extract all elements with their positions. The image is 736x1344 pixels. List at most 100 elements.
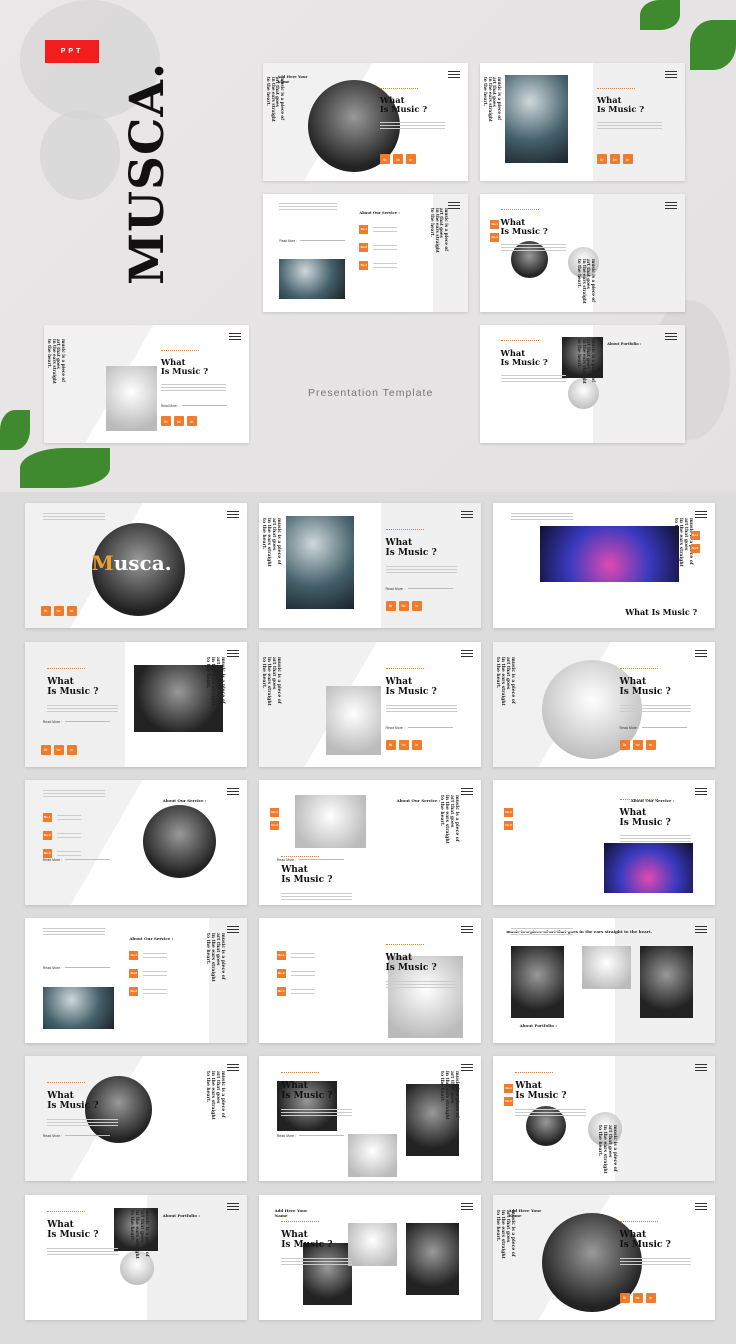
read-more-link[interactable]: Read More : xyxy=(43,720,111,724)
social-tw-button[interactable]: tw xyxy=(398,600,409,611)
read-more-link[interactable]: Read More : xyxy=(43,966,111,970)
social-in-button[interactable]: in xyxy=(186,416,197,427)
text-placeholder xyxy=(42,928,105,937)
tagline-dots xyxy=(515,1072,554,1074)
service-number: No.2 xyxy=(490,232,500,242)
slide-thumbnail[interactable]: What Is Music ?music is a piece of art t… xyxy=(259,780,481,905)
service-text xyxy=(290,952,315,958)
service-item: No.2 xyxy=(270,820,280,830)
slide-thumbnail[interactable]: What Is Music ?music is a piece of art t… xyxy=(493,1056,715,1181)
social-in-button[interactable]: in xyxy=(622,154,633,165)
menu-line xyxy=(448,205,460,206)
service-number: No.2 xyxy=(504,820,514,830)
slide-thumbnail[interactable]: What Is Music ?music is a piece of art t… xyxy=(259,1056,481,1181)
service-list: No.1 No.2 xyxy=(490,219,500,242)
social-in-button[interactable]: in xyxy=(645,1292,656,1303)
text-placeholder xyxy=(385,565,457,575)
social-tw-button[interactable]: tw xyxy=(632,1292,643,1303)
text-line xyxy=(281,898,353,900)
social-fb-button[interactable]: fb xyxy=(385,600,396,611)
read-more-link[interactable]: Read More : xyxy=(277,1134,345,1138)
slide-thumbnail[interactable]: What Is Music ?music is a piece of art t… xyxy=(263,63,468,181)
text-line xyxy=(47,1124,119,1126)
brand-title: MUSCA. xyxy=(120,61,175,285)
slide-thumbnail[interactable]: music is a piece of art that goes in the… xyxy=(263,194,468,312)
service-list: No.1 No.2 xyxy=(270,807,280,830)
service-text xyxy=(56,814,81,820)
read-more-link[interactable]: Read More : xyxy=(279,239,346,243)
menu-line xyxy=(227,794,239,795)
service-list: No.1 No.2 No.3 xyxy=(276,950,315,996)
menu-line xyxy=(227,1064,239,1065)
social-tw-button[interactable]: tw xyxy=(609,154,620,165)
social-tw-button[interactable]: tw xyxy=(53,744,64,755)
slide-thumbnail[interactable]: What Is Music ? No.1 No.2 No.3 xyxy=(259,918,481,1043)
menu-line xyxy=(461,656,473,657)
social-fb-button[interactable]: fb xyxy=(379,154,390,165)
slide-thumbnail[interactable]: What Is Music ?music is a piece of art t… xyxy=(493,1195,715,1320)
text-line xyxy=(47,1253,119,1255)
social-tw-button[interactable]: tw xyxy=(392,154,403,165)
social-fb-button[interactable]: fb xyxy=(619,739,630,750)
social-fb-button[interactable]: fb xyxy=(385,739,396,750)
social-buttons: fb tw in xyxy=(379,154,416,165)
slide-thumbnail[interactable]: What Is Music ?music is a piece of art t… xyxy=(480,325,685,443)
menu-icon xyxy=(227,650,239,659)
slide-thumbnail[interactable]: What Is Music ?music is a piece of art t… xyxy=(480,194,685,312)
social-in-button[interactable]: in xyxy=(66,605,77,616)
slide-thumbnail[interactable]: No.1 No.2 No.3 About Our Service : Read More… xyxy=(25,780,247,905)
read-more-link[interactable]: Read More : xyxy=(43,1134,111,1138)
social-tw-button[interactable]: tw xyxy=(398,739,409,750)
social-tw-button[interactable]: tw xyxy=(632,739,643,750)
slide-thumbnail[interactable]: Musca. fb tw in xyxy=(25,503,247,628)
read-more-link[interactable]: Read More : xyxy=(620,726,687,730)
social-fb-button[interactable]: fb xyxy=(596,154,607,165)
social-in-button[interactable]: in xyxy=(66,744,77,755)
menu-line xyxy=(665,205,677,206)
social-in-button[interactable]: in xyxy=(411,739,422,750)
social-in-button[interactable]: in xyxy=(405,154,416,165)
read-more-link[interactable]: Read More : xyxy=(386,587,453,591)
slide-thumbnail[interactable]: What Is Music ?music is a piece of art t… xyxy=(480,63,685,181)
slide-thumbnail[interactable]: What Is Music ?music is a piece of art t… xyxy=(44,325,249,443)
service-item: No.1 xyxy=(690,530,700,540)
slide-thumbnail[interactable]: What Is Music ?music is a piece of art t… xyxy=(25,1056,247,1181)
slide-thumbnail[interactable]: What Is Music ?music is a piece of art t… xyxy=(493,642,715,767)
menu-line xyxy=(665,202,677,203)
text-line xyxy=(279,209,337,211)
slide-thumbnail[interactable]: What Is Music ?music is a piece of art t… xyxy=(259,503,481,628)
slide-thumbnail[interactable]: What Is Music ?music is a piece of art t… xyxy=(259,642,481,767)
social-fb-button[interactable]: fb xyxy=(619,1292,630,1303)
social-fb-button[interactable]: fb xyxy=(160,416,171,427)
menu-line xyxy=(695,929,707,930)
menu-line xyxy=(227,1067,239,1068)
social-in-button[interactable]: in xyxy=(645,739,656,750)
social-in-button[interactable]: in xyxy=(411,600,422,611)
read-more-link[interactable]: Read More : xyxy=(43,858,111,862)
read-more-link[interactable]: Read More : xyxy=(161,404,227,408)
slide-title: What Is Music ? xyxy=(619,677,671,697)
slide-thumbnail[interactable]: What Is Music ? Add Here Your Name xyxy=(259,1195,481,1320)
section-heading: About Our Service : xyxy=(162,797,207,803)
slide-thumbnail[interactable]: What Is Music ?music is a piece of art t… xyxy=(493,503,715,628)
photo xyxy=(279,258,345,299)
text-placeholder xyxy=(47,704,119,714)
slide-thumbnail[interactable]: music is a piece of art that goes in the… xyxy=(493,918,715,1043)
slide-thumbnail[interactable]: music is a piece of art that goes in the… xyxy=(25,918,247,1043)
slide-thumbnail[interactable]: What Is Music ?music is a piece of art t… xyxy=(25,1195,247,1320)
section-heading: About Our Service : xyxy=(129,935,174,941)
social-tw-button[interactable]: tw xyxy=(173,416,184,427)
plant-leaves xyxy=(690,20,736,70)
menu-line xyxy=(461,511,473,512)
social-fb-button[interactable]: fb xyxy=(40,605,51,616)
social-tw-button[interactable]: tw xyxy=(53,605,64,616)
read-more-link[interactable]: Read More : xyxy=(277,858,345,862)
service-item: No.3 xyxy=(42,848,81,858)
menu-line xyxy=(695,791,707,792)
slide-thumbnail[interactable]: What Is Music ?music is a piece of art t… xyxy=(25,642,247,767)
slide-thumbnail[interactable]: What Is Music ? No.1 No.2 About Our Service… xyxy=(493,780,715,905)
social-fb-button[interactable]: fb xyxy=(40,744,51,755)
read-more-link[interactable]: Read More : xyxy=(386,726,453,730)
menu-line xyxy=(227,653,239,654)
service-text xyxy=(373,262,398,268)
